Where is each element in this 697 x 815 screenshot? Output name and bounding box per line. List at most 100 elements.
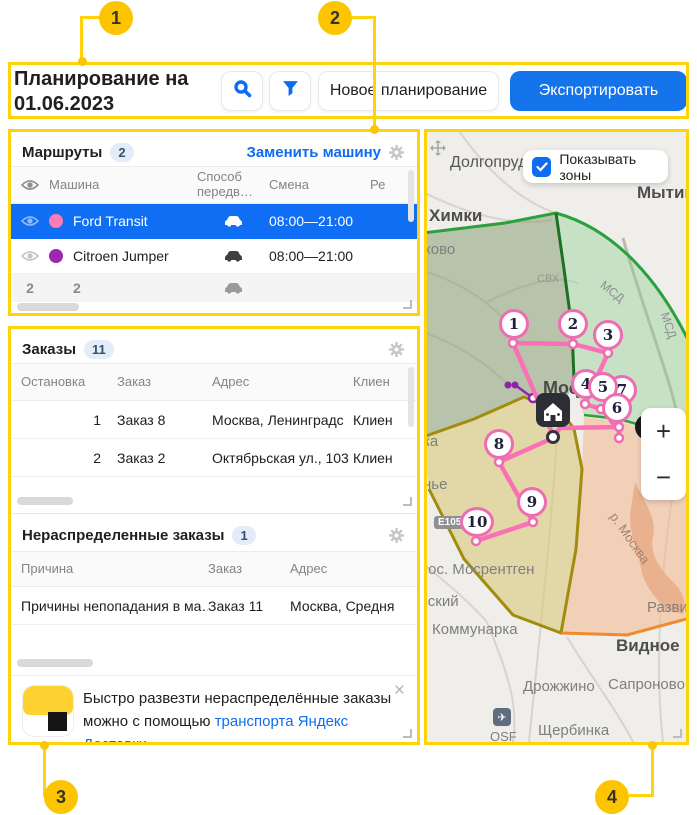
stop-number: 2 [11, 450, 117, 466]
search-icon [233, 79, 252, 103]
map-label-mosrentgen: пос. Мосрентген [427, 561, 534, 578]
routes-table-header: Машина Способ передв… Смена Ре [11, 166, 417, 204]
callout-2: 2 [318, 1, 352, 35]
callout-4-line-v [651, 744, 654, 796]
route-marker-9[interactable]: 9 [517, 487, 547, 517]
order-row[interactable]: 2 Заказ 2 Октябрьская ул., 103 Клиен [11, 439, 417, 477]
map-resize-handle[interactable] [673, 729, 682, 738]
route-row-ford-transit[interactable]: Ford Transit 08:00—21:00 [11, 204, 417, 239]
routes-panel: Маршруты 2 Заменить машину Машина Способ… [8, 129, 420, 316]
banner-line1: Быстро развезти нераспределённые заказы [83, 687, 403, 710]
visibility-eye-icon [11, 179, 49, 191]
callout-2-dot [370, 125, 379, 134]
callout-1-line-v [80, 16, 83, 62]
search-button[interactable] [221, 71, 263, 111]
route-marker-10[interactable]: 10 [460, 507, 494, 537]
col-shift: Смена [269, 178, 370, 193]
routes-horizontal-scrollbar[interactable] [17, 303, 79, 311]
orders-table-header: Остановка Заказ Адрес Клиен [11, 363, 417, 401]
map-label-vsky: вский [427, 593, 459, 610]
orders-count-badge: 11 [84, 340, 114, 359]
order-address: Октябрьская ул., 103 [212, 450, 353, 466]
map-label-nye: нье [427, 476, 447, 493]
order-name: Заказ 2 [117, 450, 212, 466]
unassigned-reason: Причины непопадания в ма… [11, 598, 208, 614]
col-order: Заказ [117, 375, 212, 390]
col-vehicle: Машина [49, 178, 197, 193]
callout-3-dot [40, 741, 49, 750]
route-marker-8[interactable]: 8 [484, 429, 514, 459]
orders-settings-gear-icon[interactable] [388, 341, 405, 363]
col-transport-mode: Способ передв… [197, 170, 269, 200]
map-label-svh: СВХ [537, 273, 560, 285]
filter-icon [282, 80, 299, 102]
callout-1: 1 [99, 1, 133, 35]
airport-icon: ✈ [493, 708, 511, 726]
unassigned-row[interactable]: Причины непопадания в ма… Заказ 11 Москв… [11, 587, 417, 625]
zones-toggle-label: Показывать зоны [559, 151, 668, 183]
vehicle-name: Citroen Jumper [73, 248, 169, 264]
banner-text: Быстро развезти нераспределённые заказы … [83, 687, 403, 745]
route-marker-1[interactable]: 1 [499, 309, 529, 339]
routes-count-badge: 2 [110, 143, 133, 162]
vehicle-color-dot [49, 249, 63, 263]
orders-title: Заказы [22, 341, 76, 358]
order-name: Заказ 8 [117, 412, 212, 428]
filter-button[interactable] [269, 71, 311, 111]
unassigned-address: Москва, Средня [290, 598, 417, 614]
export-button[interactable]: Экспортировать [510, 71, 687, 111]
order-client: Клиен [353, 450, 417, 466]
map-label-sapronovo: Сапроново [608, 676, 685, 693]
routes-settings-gear-icon[interactable] [388, 144, 405, 166]
replace-vehicle-link[interactable]: Заменить машину [246, 144, 381, 161]
col-order: Заказ [208, 562, 290, 577]
unassigned-horizontal-scrollbar[interactable] [17, 659, 93, 667]
route-row-citroen-jumper[interactable]: Citroen Jumper 08:00—21:00 [11, 239, 417, 274]
unassigned-count-badge: 1 [232, 526, 255, 545]
visibility-eye-icon[interactable] [11, 215, 49, 227]
zones-checkbox[interactable] [532, 157, 551, 177]
header-panel: Планирование на 01.06.2023 Новое планиро… [8, 62, 689, 119]
visibility-eye-icon[interactable] [11, 250, 49, 262]
col-reason: Причина [11, 562, 208, 577]
route-marker-3[interactable]: 3 [593, 320, 623, 350]
map-label-vidnoye: Видное [616, 636, 680, 656]
car-icon [197, 250, 269, 263]
shift-time: 08:00—21:00 [269, 248, 370, 264]
routes-resize-handle[interactable] [403, 300, 412, 309]
orders-resize-handle[interactable] [403, 497, 412, 506]
order-address: Москва, Ленинградс [212, 412, 353, 428]
order-row[interactable]: 1 Заказ 8 Москва, Ленинградс Клиен [11, 401, 417, 439]
airport-code: OSF [490, 729, 517, 742]
routes-title: Маршруты [22, 144, 102, 161]
map[interactable]: СВХ МСД МСД р. Москва Москва [427, 132, 686, 742]
map-label-shcherbinka: Щербинка [538, 722, 609, 739]
route-marker-2[interactable]: 2 [558, 309, 588, 339]
banner-divider [11, 675, 417, 676]
shift-time: 08:00—21:00 [269, 213, 370, 229]
map-zoom-control: + − [641, 408, 686, 500]
route-marker-6[interactable]: 6 [602, 393, 632, 423]
zoom-out-button[interactable]: − [641, 454, 686, 500]
map-panel: СВХ МСД МСД р. Москва Москва [424, 129, 689, 745]
unassigned-order: Заказ 11 [208, 598, 290, 614]
banner-close-icon[interactable]: × [394, 681, 405, 700]
stop-number: 1 [11, 412, 117, 428]
orders-horizontal-scrollbar[interactable] [17, 497, 73, 505]
col-address: Адрес [290, 562, 417, 577]
callout-2-line-v [373, 16, 376, 129]
panel-resize-handle[interactable] [403, 729, 412, 738]
map-label-kommunarka: Коммунарка [432, 621, 518, 638]
unassigned-settings-gear-icon[interactable] [388, 527, 405, 549]
orders-vertical-scrollbar[interactable] [408, 367, 414, 427]
map-label-razvilka: Развилка [647, 599, 686, 616]
map-label-drozhzhino: Дрожжино [523, 678, 595, 695]
unassigned-table-header: Причина Заказ Адрес [11, 551, 417, 587]
callout-4: 4 [595, 780, 629, 814]
new-planning-button[interactable]: Новое планирование [318, 71, 499, 111]
zoom-in-button[interactable]: + [641, 408, 686, 454]
vehicle-name: Ford Transit [73, 213, 148, 229]
car-icon [197, 282, 269, 295]
routes-vertical-scrollbar[interactable] [408, 170, 414, 222]
pan-icon[interactable] [430, 140, 446, 156]
